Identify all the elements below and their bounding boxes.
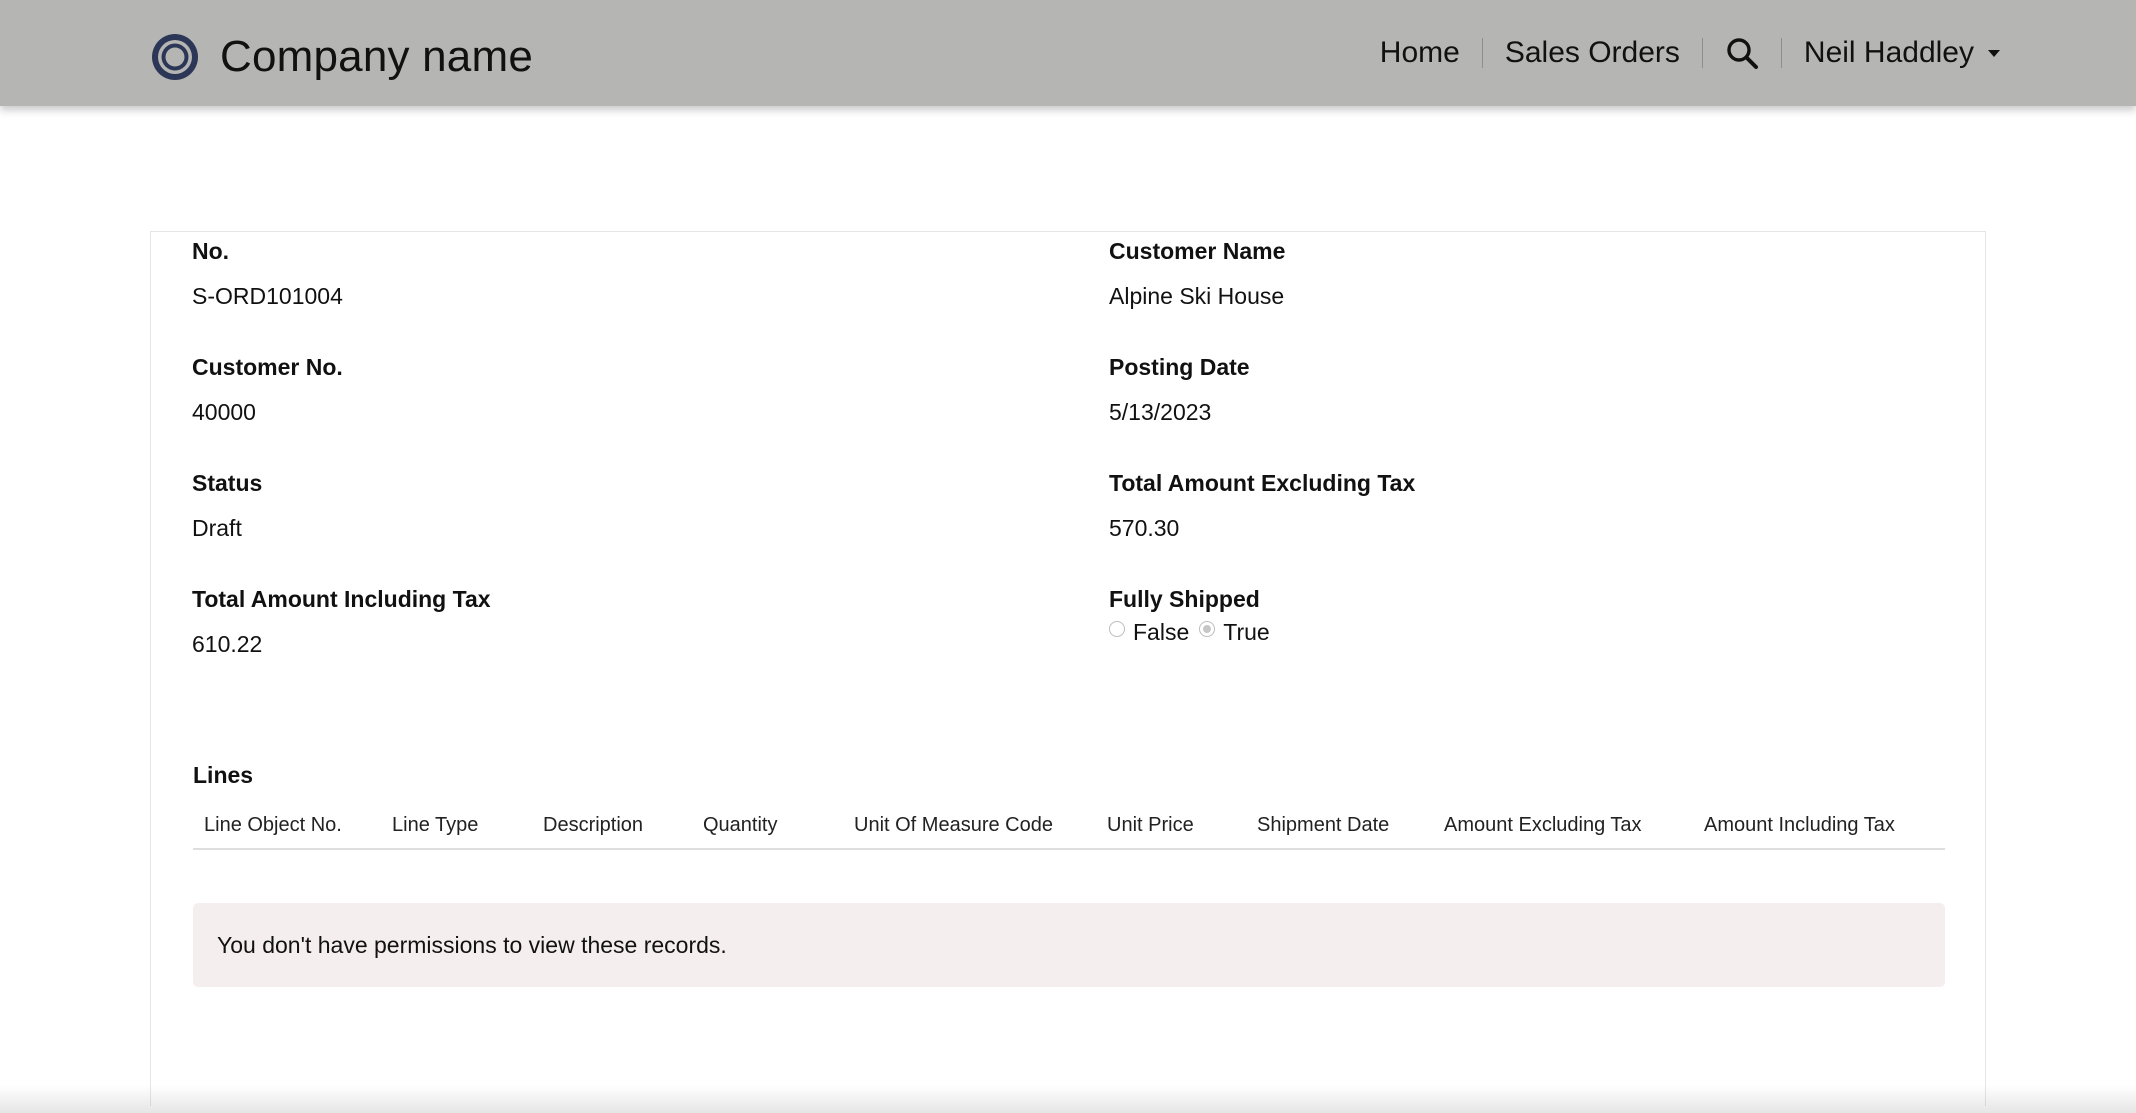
field-value: S-ORD101004 — [192, 283, 343, 309]
field-total-excl-tax: Total Amount Excluding Tax 570.30 — [1109, 470, 1415, 542]
company-name[interactable]: Company name — [220, 32, 533, 82]
field-label: Status — [192, 470, 263, 496]
nav-divider — [1701, 38, 1703, 68]
radio-false[interactable] — [1109, 620, 1125, 637]
field-value: 40000 — [192, 399, 256, 425]
chevron-down-icon[interactable] — [1988, 49, 2000, 57]
field-value: 570.30 — [1109, 515, 1180, 541]
field-no: No. S-ORD101004 — [192, 238, 343, 310]
nav-divider — [1780, 38, 1782, 68]
top-navbar: Company name Home Sales Orders Neil Hadd… — [0, 0, 2136, 106]
field-value: 610.22 — [192, 631, 263, 657]
main-nav: Home Sales Orders Neil Haddley — [1380, 0, 2136, 106]
nav-divider — [1481, 38, 1483, 68]
field-value: Alpine Ski House — [1109, 283, 1285, 309]
column-header-line-object-no[interactable]: Line Object No. — [204, 814, 342, 837]
field-posting-date: Posting Date 5/13/2023 — [1109, 354, 1250, 426]
company-logo-icon — [152, 34, 198, 80]
field-label: Posting Date — [1109, 354, 1250, 380]
field-label: Customer No. — [192, 354, 343, 380]
column-header-unit-price[interactable]: Unit Price — [1107, 814, 1194, 837]
column-header-quantity[interactable]: Quantity — [703, 814, 777, 837]
field-status: Status Draft — [192, 470, 262, 542]
column-header-amount-excl-tax[interactable]: Amount Excluding Tax — [1444, 814, 1642, 837]
field-value: Draft — [192, 515, 242, 541]
field-customer-no: Customer No. 40000 — [192, 354, 343, 426]
nav-sales-orders-link[interactable]: Sales Orders — [1505, 36, 1680, 70]
radio-false-label[interactable]: False — [1133, 619, 1189, 646]
search-icon[interactable] — [1725, 36, 1759, 70]
radio-true[interactable] — [1199, 620, 1216, 637]
column-header-amount-incl-tax[interactable]: Amount Including Tax — [1704, 814, 1895, 837]
column-header-description[interactable]: Description — [543, 814, 643, 837]
field-customer-name: Customer Name Alpine Ski House — [1109, 238, 1285, 310]
sales-order-card: No. S-ORD101004 Customer Name Alpine Ski… — [150, 231, 1986, 1106]
field-label: No. — [192, 238, 230, 264]
radio-true-label[interactable]: True — [1223, 619, 1269, 646]
column-header-unit-of-measure-code[interactable]: Unit Of Measure Code — [854, 814, 1053, 837]
field-value: 5/13/2023 — [1109, 399, 1212, 425]
brand[interactable]: Company name — [150, 32, 533, 82]
field-label: Total Amount Excluding Tax — [1109, 470, 1416, 496]
bottom-shadow — [0, 1085, 2136, 1113]
field-label: Total Amount Including Tax — [192, 586, 491, 612]
field-fully-shipped: Fully Shipped False True — [1109, 586, 1280, 646]
column-header-line-type[interactable]: Line Type — [392, 814, 478, 837]
permission-alert: You don't have permissions to view these… — [193, 903, 1945, 987]
lines-title: Lines — [193, 762, 254, 788]
user-name[interactable]: Neil Haddley — [1804, 36, 1974, 70]
field-total-incl-tax: Total Amount Including Tax 610.22 — [192, 586, 491, 658]
field-label: Fully Shipped — [1109, 586, 1260, 612]
fully-shipped-radio-group: False True — [1109, 619, 1280, 646]
lines-table-header: Line Object No. Line Type Description Qu… — [193, 798, 1945, 850]
user-menu[interactable]: Neil Haddley — [1804, 36, 2000, 70]
field-label: Customer Name — [1109, 238, 1286, 264]
nav-home-link[interactable]: Home — [1380, 36, 1460, 70]
column-header-shipment-date[interactable]: Shipment Date — [1257, 814, 1389, 837]
permission-alert-text: You don't have permissions to view these… — [217, 932, 727, 958]
